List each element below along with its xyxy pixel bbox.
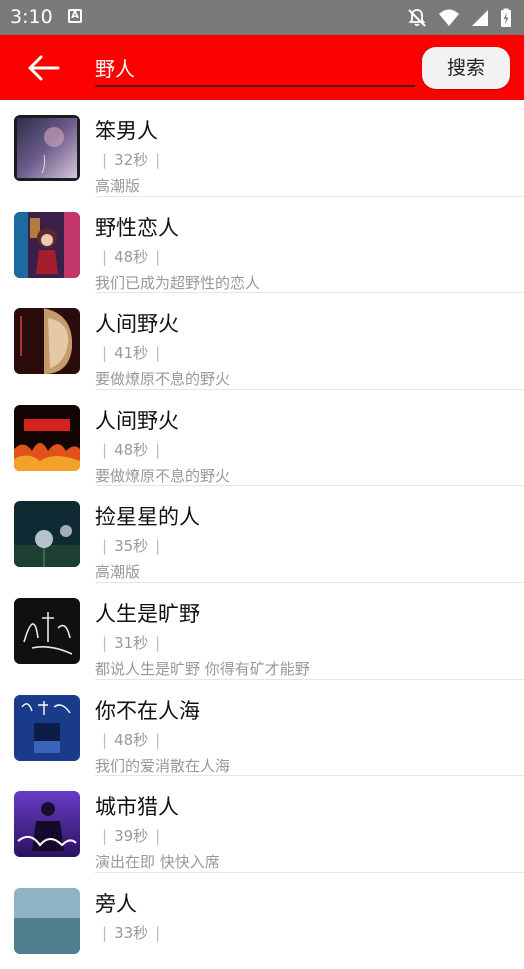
song-duration: 32秒 (114, 151, 149, 169)
song-duration: 48秒 (114, 730, 149, 749)
search-input[interactable] (95, 51, 415, 87)
song-title: 城市猎人 (95, 795, 179, 820)
list-item[interactable]: 人间野火 | 41秒 | 要做燎原不息的野火 (0, 293, 524, 390)
album-cover-calligraphy (14, 597, 80, 664)
album-cover-ocean (14, 887, 80, 954)
song-title: 捡星星的人 (95, 505, 200, 530)
song-subtitle: 我们已成为超野性的恋人 (95, 273, 261, 292)
song-meta: | 41秒 | (102, 344, 161, 363)
battery-charging-icon (501, 8, 511, 27)
song-title: 人间野火 (95, 312, 179, 337)
list-item[interactable]: 人生是旷野 | 31秒 | 都说人生是旷野 你得有矿才能野 (0, 583, 524, 680)
song-subtitle: 都说人生是旷野 你得有矿才能野 (95, 659, 310, 678)
song-subtitle: 要做燎原不息的野火 (95, 370, 231, 389)
album-cover-woman-fire (14, 308, 80, 375)
list-item[interactable]: 旁人 | 33秒 | (0, 873, 524, 969)
song-meta: | 48秒 | (102, 730, 161, 749)
song-list: 笨男人 |32秒| 高潮版 野性恋人 |48秒| 我们已成为超野性的恋人 (0, 100, 524, 969)
album-cover-anime-girl (14, 211, 80, 278)
album-cover-city-hunter (14, 791, 80, 858)
status-time: 3:10 (10, 6, 53, 28)
song-subtitle: 高潮版 (95, 177, 141, 195)
song-duration: 41秒 (114, 344, 149, 363)
list-item[interactable]: 你不在人海 | 48秒 | 我们的爱消散在人海 (0, 680, 524, 777)
song-title: 你不在人海 (95, 698, 200, 723)
song-title: 人生是旷野 (95, 601, 200, 626)
song-duration: 48秒 (114, 440, 149, 459)
song-meta: | 33秒 | (102, 923, 161, 942)
album-cover-blue-sea (14, 694, 80, 761)
song-subtitle: 要做燎原不息的野火 (95, 466, 231, 485)
list-item[interactable]: 城市猎人 | 39秒 | 演出在即 快快入席 (0, 776, 524, 873)
arrow-back-icon (28, 55, 60, 81)
list-item[interactable]: 捡星星的人 | 35秒 | 高潮版 (0, 486, 524, 583)
song-meta: | 31秒 | (102, 633, 161, 652)
song-subtitle: 高潮版 (95, 563, 141, 582)
status-bar: 3:10 A (0, 0, 524, 35)
back-button[interactable] (20, 50, 68, 86)
song-duration: 35秒 (114, 537, 149, 556)
wifi-icon (438, 9, 459, 26)
list-item[interactable]: 笨男人 | 32秒 | 高潮版 (0, 100, 524, 197)
notifications-off-icon (408, 9, 426, 27)
song-meta: | 48秒 | (102, 440, 161, 459)
keyboard-a-icon: A (68, 9, 82, 23)
song-duration: 39秒 (114, 827, 149, 846)
list-item[interactable]: 野性恋人 | 48秒 | 我们已成为超野性的恋人 (0, 197, 524, 294)
song-title: 人间野火 (95, 408, 179, 433)
song-meta: | 35秒 | (102, 537, 161, 556)
song-meta: | 48秒 | (102, 247, 161, 266)
album-cover-red-fire (14, 404, 80, 471)
cell-signal-icon (471, 10, 488, 26)
album-cover-purple-sky (14, 115, 80, 181)
list-item[interactable]: 人间野火 | 48秒 | 要做燎原不息的野火 (0, 390, 524, 487)
song-duration: 33秒 (114, 923, 149, 942)
song-title: 野性恋人 (95, 215, 179, 240)
song-meta: | 39秒 | (102, 827, 161, 846)
song-title: 笨男人 (95, 119, 158, 143)
song-duration: 48秒 (114, 247, 149, 266)
song-meta: | 32秒 | (102, 151, 161, 169)
search-button[interactable]: 搜索 (422, 47, 510, 89)
song-subtitle: 我们的爱消散在人海 (95, 756, 231, 775)
status-icons (401, 8, 512, 28)
song-subtitle: 演出在即 快快入席 (95, 853, 220, 872)
song-title: 旁人 (95, 891, 137, 916)
album-cover-dandelion (14, 501, 80, 568)
song-duration: 31秒 (114, 633, 149, 652)
search-header: 搜索 (0, 35, 524, 100)
